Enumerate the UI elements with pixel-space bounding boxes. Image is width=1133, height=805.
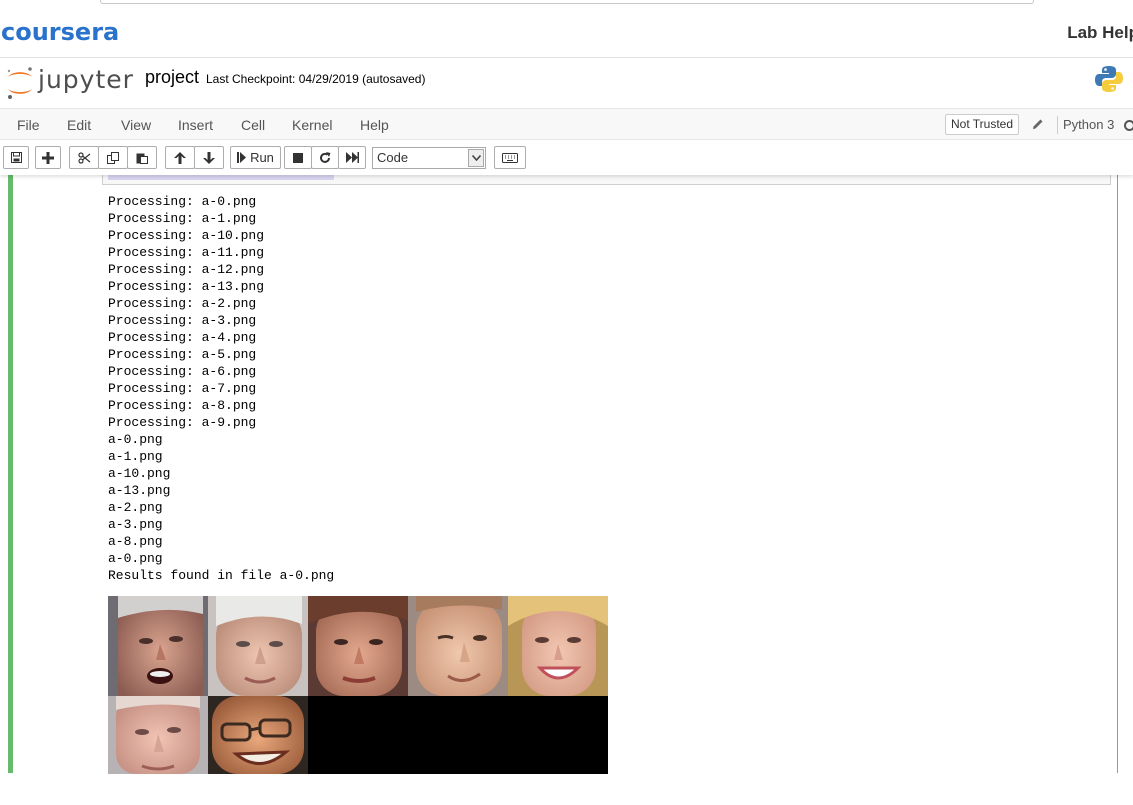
cell-type-value: Code [377,150,409,165]
pencil-icon[interactable] [1032,118,1044,130]
restart-button[interactable] [311,146,339,169]
output-line: a-8.png [108,534,163,549]
output-line: Processing: a-1.png [108,211,257,226]
checkpoint-status: Last Checkpoint: 04/29/2019 (autosaved) [206,72,426,86]
output-line: Processing: a-0.png [108,194,257,209]
cell-input-area[interactable] [102,173,1111,185]
menu-help[interactable]: Help [360,117,389,133]
jupyter-logo[interactable]: jupyter [4,63,134,103]
save-button[interactable] [3,146,29,169]
notebook-area: Processing: a-0.png Processing: a-1.png Pr… [0,173,1133,805]
kernel-name[interactable]: Python 3 [1063,117,1114,132]
address-bar[interactable] [100,0,1034,4]
cell-type-select[interactable]: Code [372,147,486,169]
menu-view[interactable]: View [121,117,151,133]
arrow-up-icon [174,151,186,164]
move-up-button[interactable] [165,146,195,169]
kernel-status-icon [1124,120,1133,131]
face-thumbnail-3 [308,596,408,696]
output-line: Processing: a-2.png [108,296,257,311]
kernel-separator [1057,116,1058,134]
jupyter-logo-icon [7,67,32,99]
chevron-down-icon [468,149,484,167]
output-line: Results found in file a-0.png [108,568,335,583]
run-all-button[interactable] [338,146,366,169]
coursera-logo[interactable]: coursera [1,18,119,46]
face-thumbnail-5 [508,596,608,696]
output-line: Processing: a-4.png [108,330,257,345]
output-line: a-10.png [108,466,171,481]
run-button[interactable]: Run [230,146,281,169]
menubar: File Edit View Insert Cell Kernel Help N… [0,108,1133,140]
output-line: a-13.png [108,483,171,498]
copy-icon [107,151,119,164]
output-line: Processing: a-7.png [108,381,257,396]
fast-forward-icon [345,152,359,163]
cut-button[interactable] [69,146,99,169]
output-line: a-0.png [108,432,163,447]
face-thumbnail-2 [208,596,308,696]
output-line: Processing: a-12.png [108,262,265,277]
python-logo-icon [1095,66,1123,92]
menu-edit[interactable]: Edit [67,117,91,133]
output-line: Processing: a-8.png [108,398,257,413]
paste-button[interactable] [127,146,157,169]
output-line: Processing: a-5.png [108,347,257,362]
stop-icon [293,152,303,163]
output-line: a-3.png [108,517,163,532]
output-line: a-2.png [108,500,163,515]
output-line: Processing: a-3.png [108,313,257,328]
save-icon [10,152,22,163]
step-forward-icon [237,152,247,163]
paste-icon [136,153,148,164]
output-line: Processing: a-9.png [108,415,257,430]
move-down-button[interactable] [194,146,224,169]
face-thumbnail-7 [208,696,308,774]
menu-cell[interactable]: Cell [241,117,265,133]
face-thumbnail-4 [408,596,508,696]
notebook-name[interactable]: project [145,67,199,88]
browser-address-strip [0,0,1133,9]
faces-contact-sheet [108,596,608,774]
menu-insert[interactable]: Insert [178,117,213,133]
page-bottom-whitespace [0,774,1133,805]
not-trusted-button[interactable]: Not Trusted [945,114,1020,135]
keyboard-icon [502,152,518,163]
jupyter-header: jupyter project Last Checkpoint: 04/29/2… [0,58,1133,108]
menu-file[interactable]: File [17,117,40,133]
output-line: Processing: a-6.png [108,364,257,379]
run-label: Run [250,150,274,165]
scissors-icon [77,151,90,164]
jupyter-wordmark: jupyter [38,65,134,94]
coursera-header: coursera Lab Help [0,9,1133,58]
insert-cell-button[interactable] [35,146,61,169]
output-line: a-0.png [108,551,163,566]
restart-icon [320,151,331,163]
arrow-down-icon [203,151,215,164]
toolbar: Run Code [0,141,1133,175]
face-thumbnail-6 [108,696,208,774]
output-line: a-1.png [108,449,163,464]
output-line: Processing: a-13.png [108,279,265,294]
menu-kernel[interactable]: Kernel [292,117,332,133]
command-palette-button[interactable] [494,146,526,169]
face-thumbnail-1 [108,596,208,696]
plus-icon [42,151,54,164]
cell-output-stream: Processing: a-0.png Processing: a-1.png Pr… [108,193,334,584]
output-line: Processing: a-10.png [108,228,265,243]
output-line: Processing: a-11.png [108,245,265,260]
copy-button[interactable] [98,146,128,169]
lab-help-link[interactable]: Lab Help [1067,23,1133,43]
interrupt-button[interactable] [284,146,312,169]
output-image-faces [108,596,608,774]
